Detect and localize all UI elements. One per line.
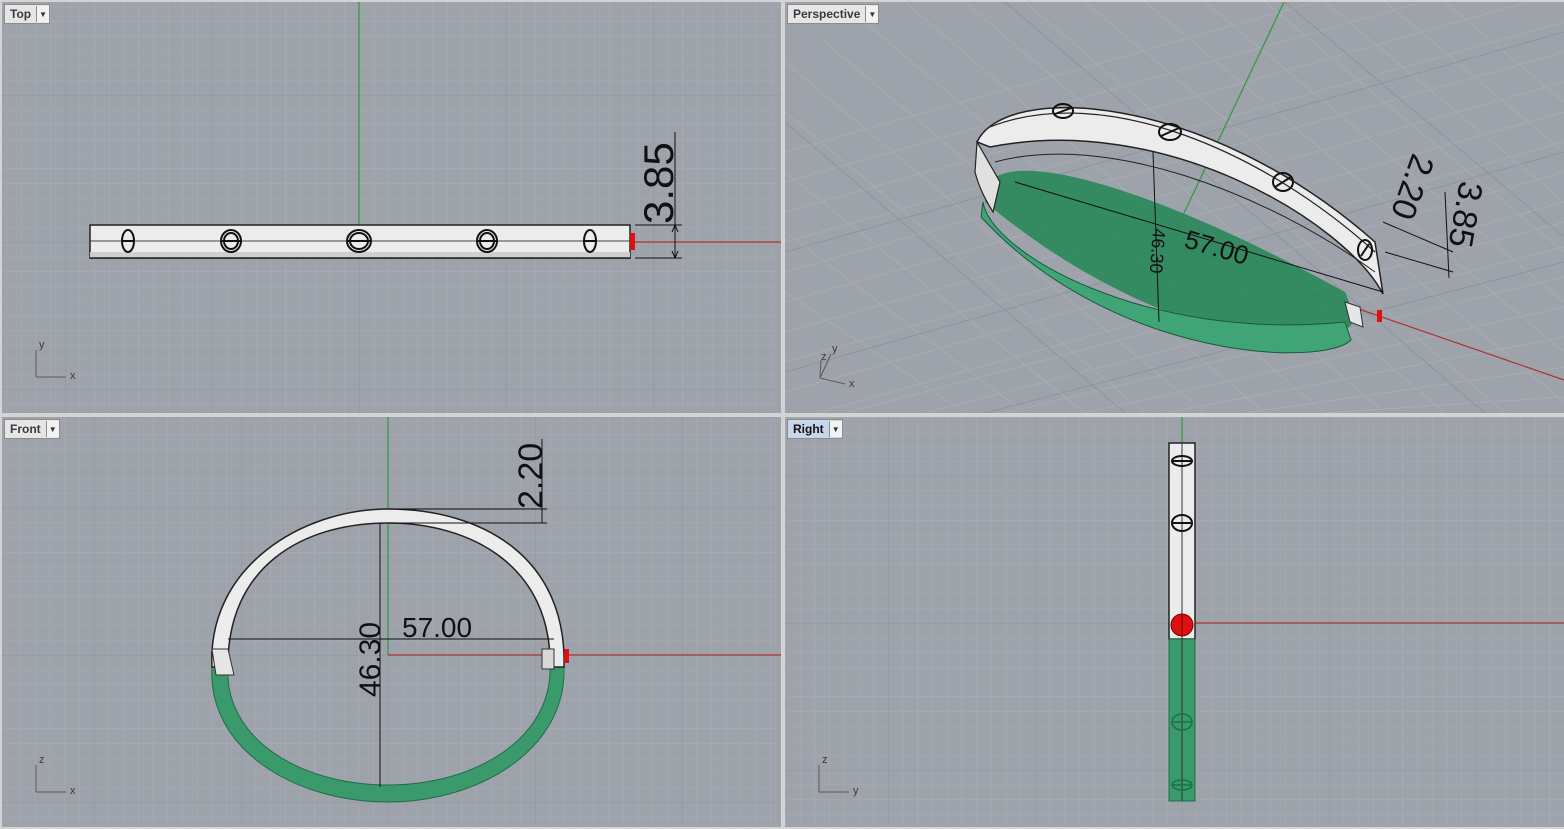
axis-label-x: x — [70, 370, 76, 382]
axis-label-z: z — [821, 351, 827, 363]
axis-label-x: x — [70, 785, 76, 797]
axis-label-y: y — [39, 339, 45, 351]
viewport-tab-perspective[interactable]: Perspective ▼ — [787, 4, 880, 24]
axis-label-x: x — [849, 378, 855, 390]
viewport-right[interactable]: y z Right ▼ — [785, 417, 1564, 827]
dropdown-arrow-icon[interactable]: ▼ — [45, 421, 59, 437]
axis-label-z: z — [822, 754, 828, 766]
dimension-top-gap-label: 2.20 — [512, 443, 550, 509]
viewport-front[interactable]: 57.00 46.30 2.20 x z Front ▼ — [2, 417, 781, 827]
viewport-top[interactable]: 3.85 x y Top ▼ — [2, 2, 781, 413]
viewport-tab-label: Top — [10, 7, 32, 21]
perspective-viewport-canvas: 57.00 46.30 2.20 3.85 x y z — [785, 2, 1564, 413]
viewport-tab-label: Perspective — [793, 7, 861, 21]
axis-label-y: y — [853, 785, 859, 797]
viewport-tab-top[interactable]: Top ▼ — [4, 4, 51, 24]
dropdown-arrow-icon[interactable]: ▼ — [828, 421, 842, 437]
viewport-tab-label: Front — [10, 422, 41, 436]
pin-marker — [1170, 613, 1194, 637]
front-viewport-canvas: 57.00 46.30 2.20 x z — [2, 417, 781, 827]
viewport-tab-label: Right — [793, 422, 824, 436]
viewport-tab-front[interactable]: Front ▼ — [4, 419, 60, 439]
dropdown-arrow-icon[interactable]: ▼ — [36, 6, 50, 22]
axis-label-y: y — [832, 343, 838, 355]
right-viewport-canvas: y z — [785, 417, 1564, 827]
viewport-tab-right[interactable]: Right ▼ — [787, 419, 843, 439]
axis-label-z: z — [39, 754, 45, 766]
pin-marker — [630, 233, 635, 250]
dimension-width-label: 57.00 — [402, 612, 472, 643]
dropdown-arrow-icon[interactable]: ▼ — [865, 6, 879, 22]
top-viewport-canvas: 3.85 x y — [2, 2, 781, 413]
viewport-perspective[interactable]: 57.00 46.30 2.20 3.85 x y z Perspective … — [785, 2, 1564, 413]
dimension-height-label: 3.85 — [635, 142, 682, 224]
dimension-height-label: 46.30 — [354, 622, 387, 697]
dimension-height-label: 46.30 — [1146, 228, 1169, 274]
